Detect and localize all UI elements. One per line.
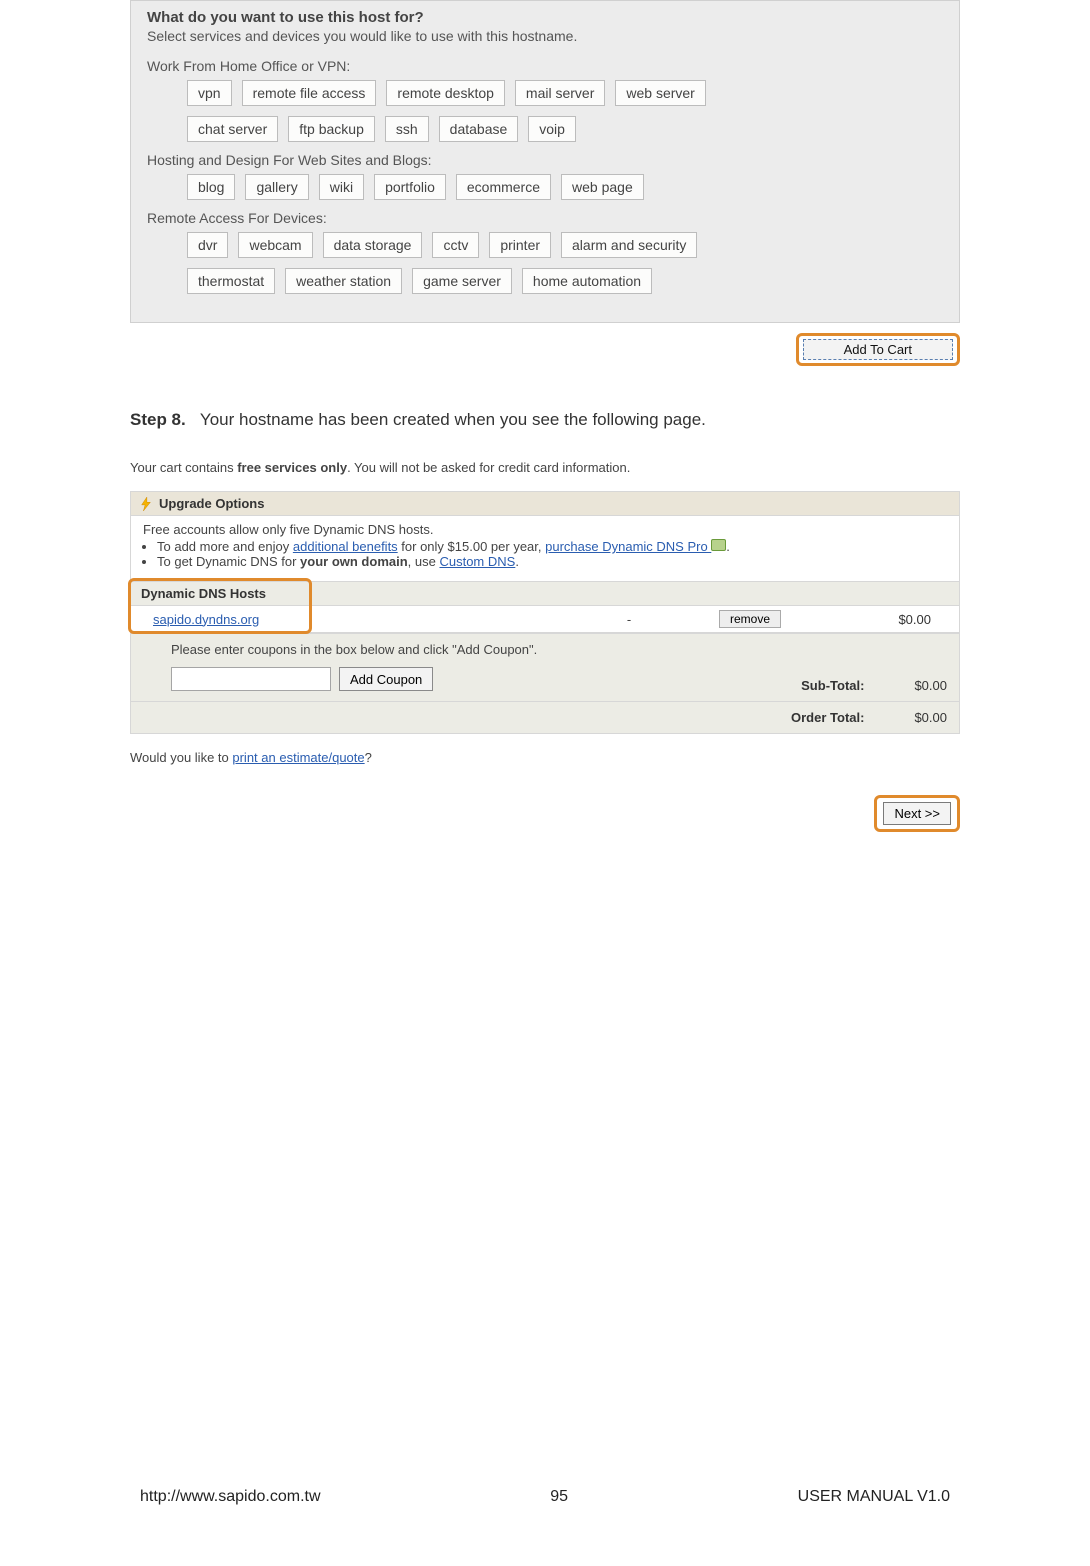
tag-webcam[interactable]: webcam: [238, 232, 312, 258]
tag-ecommerce[interactable]: ecommerce: [456, 174, 551, 200]
dns-dash: -: [539, 612, 719, 627]
tag-dvr[interactable]: dvr: [187, 232, 228, 258]
tag-web-server[interactable]: web server: [615, 80, 705, 106]
upgrade-bullet-2: To get Dynamic DNS for your own domain, …: [157, 554, 947, 569]
tag-web-page[interactable]: web page: [561, 174, 644, 200]
add-coupon-button[interactable]: Add Coupon: [339, 667, 433, 691]
add-to-cart-button[interactable]: Add To Cart: [803, 339, 953, 360]
cart-intro: Your cart contains free services only. Y…: [130, 460, 960, 475]
tag-voip[interactable]: voip: [528, 116, 576, 142]
remove-button[interactable]: remove: [719, 610, 781, 628]
tag-chat-server[interactable]: chat server: [187, 116, 278, 142]
footer-right: USER MANUAL V1.0: [798, 1488, 950, 1506]
tag-row: thermostat weather station game server home…: [187, 268, 943, 294]
footer-left: http://www.sapido.com.tw: [140, 1488, 321, 1506]
cart-intro-bold: free services only: [237, 460, 347, 475]
step-8-text: Step 8. Your hostname has been created w…: [130, 410, 960, 430]
upgrade-body: Free accounts allow only five Dynamic DN…: [131, 516, 959, 581]
coupon-row: Please enter coupons in the box below an…: [131, 633, 959, 701]
cart-intro-suffix: . You will not be asked for credit card …: [347, 460, 630, 475]
lightning-icon: [139, 497, 153, 511]
tag-row: dvr webcam data storage cctv printer alarm an…: [187, 232, 943, 258]
services-heading: What do you want to use this host for?: [147, 9, 943, 26]
step-body: Your hostname has been created when you …: [200, 410, 706, 429]
tag-cctv[interactable]: cctv: [432, 232, 479, 258]
order-total-row: Order Total: $0.00: [131, 701, 959, 733]
tag-gallery[interactable]: gallery: [245, 174, 308, 200]
order-total-value: $0.00: [914, 710, 947, 725]
tag-row: vpn remote file access remote desktop mail …: [187, 80, 943, 106]
upgrade-bullet-1: To add more and enjoy additional benefit…: [157, 539, 947, 554]
dns-hosts-section: Dynamic DNS Hosts sapido.dyndns.org - re…: [131, 581, 959, 633]
services-subheading: Select services and devices you would li…: [147, 28, 943, 44]
tag-blog[interactable]: blog: [187, 174, 235, 200]
order-total-label: Order Total:: [791, 710, 864, 725]
cart-panel: Upgrade Options Free accounts allow only…: [130, 491, 960, 734]
cart-intro-prefix: Your cart contains: [130, 460, 237, 475]
page-footer: http://www.sapido.com.tw 95 USER MANUAL …: [0, 1488, 1090, 1506]
services-group-label: Work From Home Office or VPN:: [147, 58, 943, 74]
tag-wiki[interactable]: wiki: [319, 174, 364, 200]
dns-host-row: sapido.dyndns.org - remove $0.00: [131, 605, 959, 633]
add-to-cart-row: Add To Cart: [130, 323, 960, 386]
tag-game-server[interactable]: game server: [412, 268, 512, 294]
upgrade-title: Upgrade Options: [159, 496, 264, 511]
tag-remote-file-access[interactable]: remote file access: [242, 80, 377, 106]
services-group-label: Remote Access For Devices:: [147, 210, 943, 226]
cart-badge-icon: [711, 539, 726, 551]
services-panel: What do you want to use this host for? S…: [130, 0, 960, 323]
dns-hosts-title: Dynamic DNS Hosts: [131, 581, 959, 605]
tag-ftp-backup[interactable]: ftp backup: [288, 116, 375, 142]
next-highlight: Next >>: [874, 795, 960, 832]
upgrade-line0: Free accounts allow only five Dynamic DN…: [143, 522, 947, 537]
tag-row: blog gallery wiki portfolio ecommerce web pag…: [187, 174, 943, 200]
tag-data-storage[interactable]: data storage: [323, 232, 423, 258]
tag-row: chat server ftp backup ssh database voip: [187, 116, 943, 142]
tag-printer[interactable]: printer: [489, 232, 551, 258]
purchase-dns-pro-link[interactable]: purchase Dynamic DNS Pro: [545, 539, 711, 554]
tag-vpn[interactable]: vpn: [187, 80, 232, 106]
next-button[interactable]: Next >>: [883, 802, 951, 825]
tag-alarm-and-security[interactable]: alarm and security: [561, 232, 697, 258]
tag-remote-desktop[interactable]: remote desktop: [386, 80, 505, 106]
print-estimate-link[interactable]: print an estimate/quote: [232, 750, 364, 765]
upgrade-header: Upgrade Options: [131, 492, 959, 516]
dns-price: $0.00: [781, 612, 951, 627]
coupon-input[interactable]: [171, 667, 331, 691]
tag-database[interactable]: database: [439, 116, 519, 142]
services-group-label: Hosting and Design For Web Sites and Blo…: [147, 152, 943, 168]
additional-benefits-link[interactable]: additional benefits: [293, 539, 398, 554]
custom-dns-link[interactable]: Custom DNS: [439, 554, 515, 569]
tag-thermostat[interactable]: thermostat: [187, 268, 275, 294]
next-row: Next >>: [130, 795, 960, 832]
add-to-cart-highlight: Add To Cart: [796, 333, 960, 366]
print-estimate-line: Would you like to print an estimate/quot…: [130, 750, 960, 765]
subtotal-value: $0.00: [914, 678, 947, 693]
subtotal-label: Sub-Total:: [801, 678, 864, 693]
tag-mail-server[interactable]: mail server: [515, 80, 605, 106]
step-label: Step 8.: [130, 410, 186, 429]
tag-ssh[interactable]: ssh: [385, 116, 429, 142]
dns-host-link[interactable]: sapido.dyndns.org: [153, 612, 539, 627]
tag-weather-station[interactable]: weather station: [285, 268, 402, 294]
coupon-label: Please enter coupons in the box below an…: [171, 642, 801, 657]
tag-portfolio[interactable]: portfolio: [374, 174, 446, 200]
footer-page-number: 95: [321, 1488, 798, 1506]
tag-home-automation[interactable]: home automation: [522, 268, 652, 294]
